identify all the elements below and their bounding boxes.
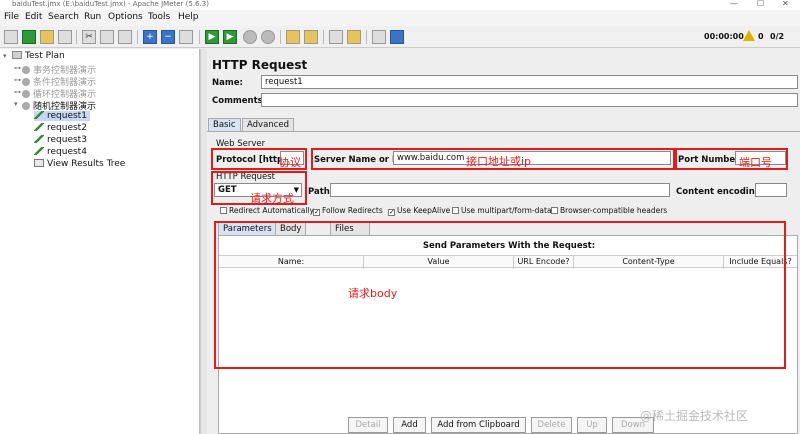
clear-all-icon[interactable]	[304, 30, 318, 44]
sampler-icon	[34, 111, 44, 119]
browser-headers-checkbox[interactable]: Browser-compatible headers	[551, 206, 667, 215]
port-annotation: 端口号	[739, 156, 772, 169]
checkmark-icon: ✓	[388, 208, 395, 216]
menu-run[interactable]: Run	[84, 12, 101, 22]
tree-request[interactable]: request3	[34, 135, 87, 145]
cut-icon[interactable]: ✂	[82, 30, 96, 44]
error-count: 0	[758, 32, 764, 41]
close-icon[interactable]: ✕	[782, 0, 789, 8]
results-tree-icon	[34, 159, 44, 167]
panel-title: HTTP Request	[212, 58, 308, 72]
menu-edit[interactable]: Edit	[25, 12, 42, 22]
redirect-auto-checkbox[interactable]: Redirect Automatically	[220, 206, 314, 215]
checkbox-icon	[551, 207, 558, 214]
body-annotation-box	[214, 221, 786, 369]
body-annotation: 请求body	[348, 287, 398, 300]
pane-splitter[interactable]	[200, 49, 207, 434]
clear-icon[interactable]	[286, 30, 300, 44]
checkbox-icon	[452, 207, 459, 214]
shutdown-icon[interactable]	[261, 30, 275, 44]
multipart-checkbox[interactable]: Use multipart/form-data	[452, 206, 552, 215]
paste-icon[interactable]	[118, 30, 132, 44]
maximize-icon[interactable]: ☐	[757, 0, 764, 8]
toolbar: ✂ + − ▶ ▶ 00:00:00 0 0/2	[0, 26, 800, 48]
controller-icon	[22, 78, 30, 86]
delete-button[interactable]: Delete	[531, 417, 572, 433]
method-annotation: 请求方式	[250, 192, 294, 205]
controller-icon	[22, 90, 30, 98]
menu-options[interactable]: Options	[108, 12, 143, 22]
protocol-annotation: 协议	[279, 156, 301, 169]
encoding-label: Content encoding:	[676, 187, 765, 197]
collapse-toggle-icon[interactable]: ▾	[14, 100, 18, 108]
menu-bar: File Edit Search Run Options Tools Help	[0, 10, 800, 26]
tree-request[interactable]: request4	[34, 147, 87, 157]
follow-redirects-checkbox[interactable]: ✓ Follow Redirects	[313, 206, 383, 216]
new-icon[interactable]	[4, 30, 18, 44]
controller-icon	[22, 66, 30, 74]
expand-icon[interactable]: +	[143, 30, 157, 44]
sampler-icon	[34, 123, 44, 131]
copy-icon[interactable]	[100, 30, 114, 44]
tab-basic[interactable]: Basic	[208, 118, 241, 131]
expand-toggle-icon[interactable]: ⊶	[14, 64, 21, 72]
name-field[interactable]: request1	[261, 75, 798, 89]
save-icon[interactable]	[58, 30, 72, 44]
comments-label: Comments:	[212, 96, 267, 106]
stop-icon[interactable]	[243, 30, 257, 44]
server-annotation: 接口地址或ip	[466, 155, 532, 168]
path-field[interactable]	[330, 183, 670, 197]
keepalive-checkbox[interactable]: ✓ Use KeepAlive	[388, 206, 450, 216]
window-title: baiduTest.jmx (E:\baiduTest.jmx) - Apach…	[12, 0, 209, 8]
expand-toggle-icon[interactable]: ⊶	[14, 88, 21, 96]
minimize-icon[interactable]: —	[730, 0, 738, 8]
test-plan-tree: ▾ Test Plan ⊶ 事务控制器演示 ⊶ 条件控制器演示 ⊶ 循环控制器演…	[0, 49, 200, 434]
warning-icon[interactable]	[743, 30, 755, 41]
controller-icon	[22, 102, 30, 110]
sampler-icon	[34, 147, 44, 155]
menu-file[interactable]: File	[4, 12, 19, 22]
menu-help[interactable]: Help	[178, 12, 199, 22]
open-icon[interactable]	[40, 30, 54, 44]
thread-counter: 0/2	[770, 32, 785, 41]
tree-test-plan[interactable]: Test Plan	[12, 51, 65, 61]
toggle-icon[interactable]	[179, 30, 193, 44]
collapse-icon[interactable]: −	[161, 30, 175, 44]
add-from-clipboard-button[interactable]: Add from Clipboard	[431, 417, 526, 433]
watermark: @稀土掘金技术社区	[640, 409, 749, 423]
expand-toggle-icon[interactable]: ⊶	[14, 76, 21, 84]
encoding-field[interactable]	[755, 183, 787, 197]
function-helper-icon[interactable]	[372, 30, 386, 44]
add-button[interactable]: Add	[393, 417, 426, 433]
tab-advanced[interactable]: Advanced	[242, 118, 294, 131]
search-icon[interactable]	[329, 30, 343, 44]
start-icon[interactable]: ▶	[205, 30, 219, 44]
templates-icon[interactable]	[22, 30, 36, 44]
comments-field[interactable]	[261, 93, 798, 107]
window-title-bar: baiduTest.jmx (E:\baiduTest.jmx) - Apach…	[0, 0, 800, 10]
reset-search-icon[interactable]	[347, 30, 361, 44]
tree-request-selected[interactable]: request1	[34, 111, 90, 121]
checkbox-icon	[220, 207, 227, 214]
tree-request[interactable]: request2	[34, 123, 87, 133]
tree-listener[interactable]: View Results Tree	[34, 159, 125, 169]
menu-tools[interactable]: Tools	[148, 12, 170, 22]
checkmark-icon: ✓	[313, 208, 320, 216]
start-no-pauses-icon[interactable]: ▶	[223, 30, 237, 44]
detail-button[interactable]: Detail	[348, 417, 388, 433]
collapse-toggle-icon[interactable]: ▾	[3, 52, 7, 60]
name-label: Name:	[212, 78, 243, 88]
elapsed-timer: 00:00:00	[704, 32, 744, 41]
help-icon[interactable]	[390, 30, 404, 44]
menu-search[interactable]: Search	[48, 12, 79, 22]
up-button[interactable]: Up	[577, 417, 607, 433]
sampler-icon	[34, 135, 44, 143]
test-plan-icon	[12, 51, 22, 59]
